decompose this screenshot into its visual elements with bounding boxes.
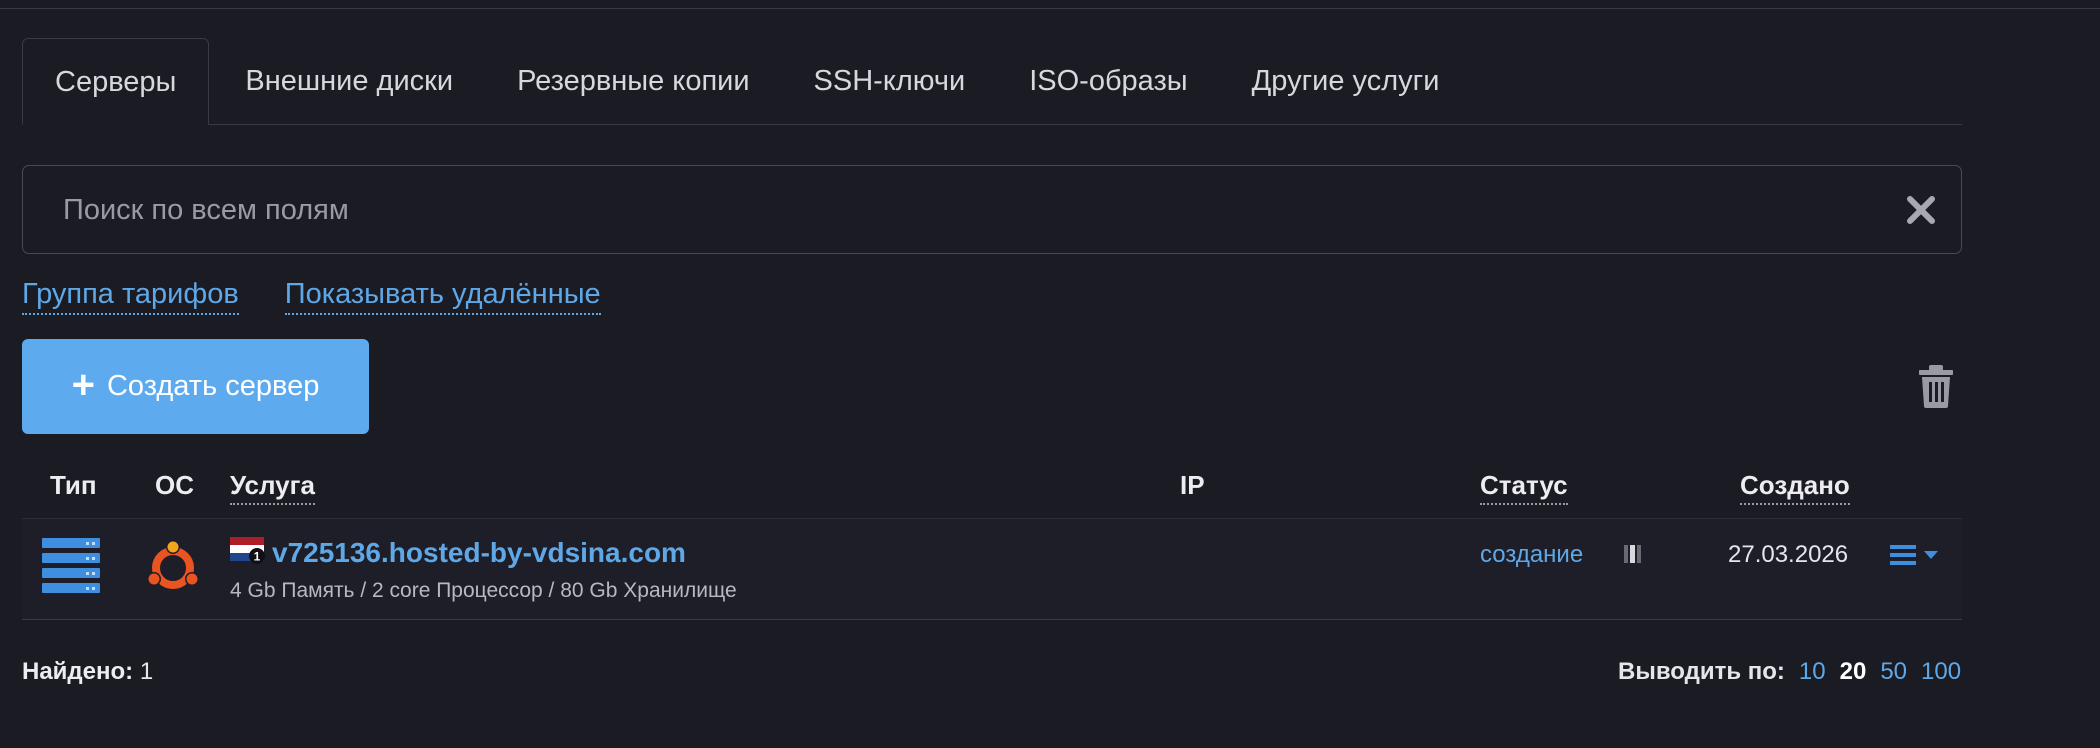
table-row[interactable]: 1 v725136.hosted-by-vdsina.com 4 Gb Памя… — [22, 519, 1962, 620]
created-date: 27.03.2026 — [1728, 541, 1849, 568]
create-server-label: Создать сервер — [106, 370, 320, 402]
table-header: Тип ОС Услуга IP Статус Создано — [22, 462, 1962, 521]
per-page-label: Выводить по: — [1618, 658, 1785, 685]
col-os: ОС — [155, 470, 194, 500]
tab-iso-images[interactable]: ISO-образы — [997, 38, 1219, 124]
col-ip: IP — [1180, 470, 1205, 500]
per-page-10[interactable]: 10 — [1799, 658, 1826, 686]
create-server-button[interactable]: + Создать сервер — [22, 339, 369, 434]
per-page-50[interactable]: 50 — [1880, 658, 1907, 686]
tab-servers[interactable]: Серверы — [22, 38, 210, 125]
flag-badge: 1 — [254, 550, 261, 564]
per-page-20: 20 — [1839, 658, 1867, 685]
close-icon[interactable] — [1903, 192, 1939, 228]
tab-external-disks[interactable]: Внешние диски — [213, 38, 485, 124]
search-input[interactable] — [61, 166, 1865, 255]
top-divider — [0, 0, 2100, 9]
col-status[interactable]: Статус — [1480, 470, 1568, 505]
show-deleted-link[interactable]: Показывать удалённые — [284, 278, 601, 315]
ubuntu-icon — [147, 540, 199, 589]
loading-spinner-icon — [1624, 545, 1641, 563]
server-rack-icon — [42, 538, 100, 593]
col-created[interactable]: Создано — [1740, 470, 1850, 505]
per-page-100[interactable]: 100 — [1921, 658, 1961, 686]
tab-backups[interactable]: Резервные копии — [485, 38, 781, 124]
found-summary: Найдено: 1 — [22, 658, 153, 686]
status-text: создание — [1480, 541, 1584, 568]
row-menu-icon[interactable] — [1888, 537, 1944, 573]
found-label: Найдено: — [22, 658, 134, 685]
found-count: 1 — [139, 658, 154, 685]
netherlands-flag-icon: 1 — [230, 537, 265, 564]
per-page-selector: Выводить по: 10 20 50 100 — [1618, 658, 1961, 686]
service-description: 4 Gb Память / 2 core Процессор / 80 Gb Х… — [230, 579, 737, 602]
filter-links: Группа тарифов Показывать удалённые — [22, 278, 601, 315]
col-service[interactable]: Услуга — [230, 470, 315, 505]
col-type: Тип — [50, 470, 97, 500]
tab-other-services[interactable]: Другие услуги — [1220, 38, 1472, 124]
service-name-link[interactable]: v725136.hosted-by-vdsina.com — [272, 537, 686, 569]
search-box — [22, 165, 1962, 255]
tariff-group-link[interactable]: Группа тарифов — [22, 278, 239, 315]
trash-icon[interactable] — [1918, 364, 1954, 408]
tabs-bar: Серверы Внешние диски Резервные копии SS… — [22, 38, 1962, 125]
tab-ssh-keys[interactable]: SSH-ключи — [782, 38, 998, 124]
plus-icon: + — [71, 362, 95, 407]
